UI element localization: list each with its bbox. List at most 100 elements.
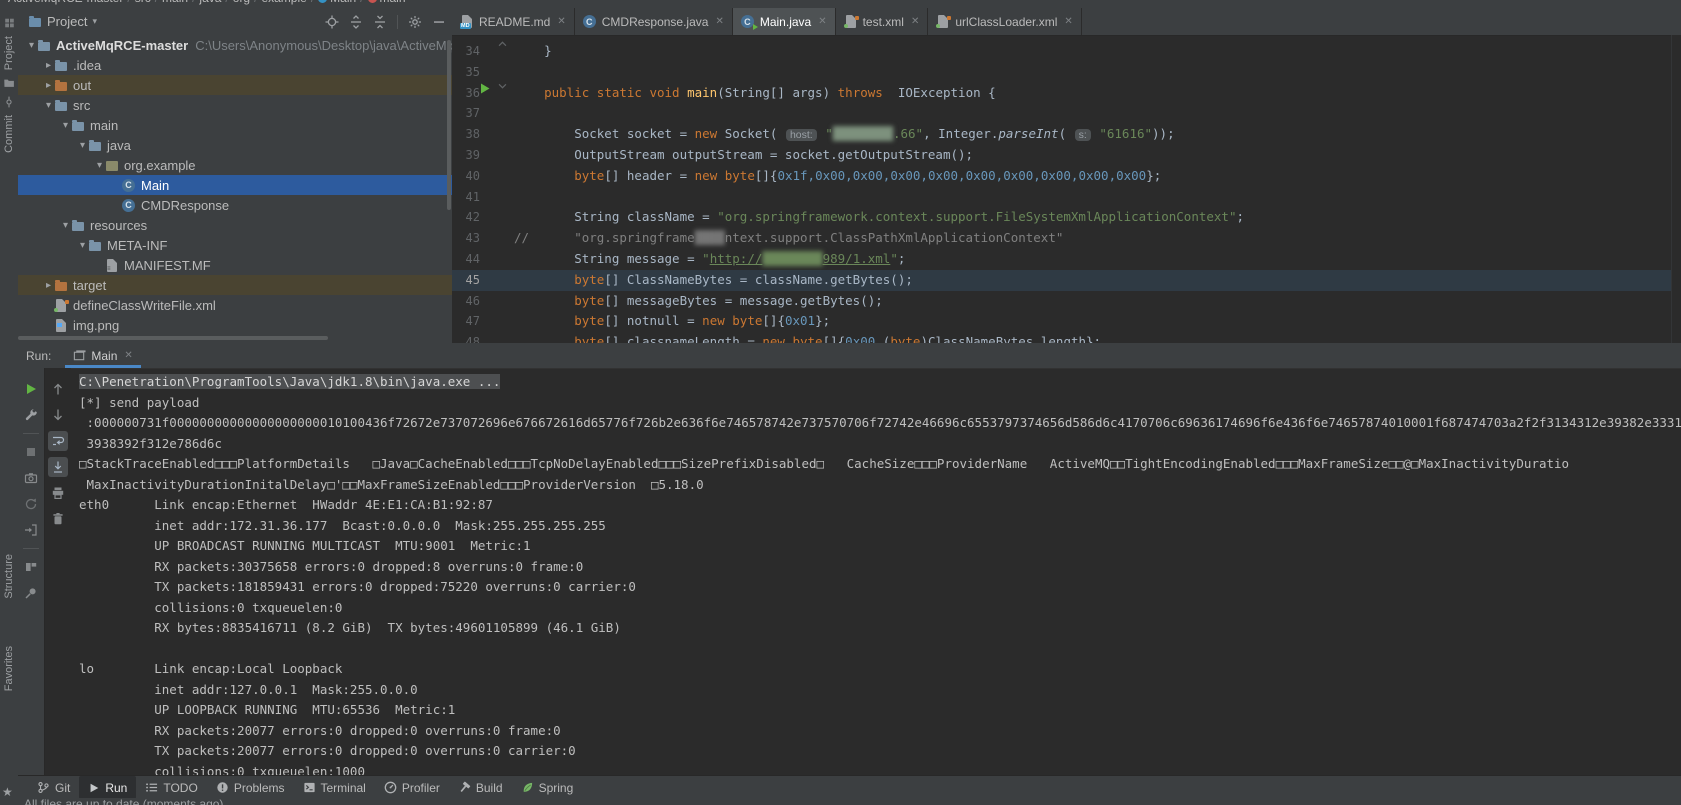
expanded-arrow-icon[interactable]: ▾ (94, 160, 105, 171)
close-icon[interactable]: ✕ (124, 350, 132, 361)
statusbar-item-run[interactable]: Run (79, 776, 136, 799)
run-tab-label: Main (91, 349, 117, 363)
camera-button[interactable] (21, 468, 41, 488)
tree-horizontal-scrollbar[interactable] (18, 336, 328, 340)
stripe-item-favorites[interactable]: Favorites (3, 646, 15, 691)
collapsed-arrow-icon[interactable]: ▸ (43, 280, 54, 291)
minimize-icon[interactable] (432, 15, 446, 29)
breadcrumb-item[interactable]: main (380, 0, 406, 5)
expanded-arrow-icon[interactable]: ▾ (77, 240, 88, 251)
statusbar-item-problems[interactable]: Problems (207, 776, 294, 799)
statusbar-item-spring[interactable]: Spring (512, 776, 583, 799)
stripe-item-commit[interactable]: Commit (3, 115, 15, 153)
statusbar-item-profiler[interactable]: Profiler (375, 776, 449, 799)
rerun-button[interactable] (21, 379, 41, 399)
gutter-spacer (480, 124, 498, 145)
tree-vertical-scrollbar[interactable] (447, 40, 451, 210)
run-console-output[interactable]: C:\Penetration\ProgramTools\Java\jdk1.8\… (71, 368, 1681, 775)
statusbar-item-terminal[interactable]: Terminal (294, 776, 375, 799)
gear-icon[interactable] (408, 15, 422, 29)
tree-item-main[interactable]: ▾main (18, 115, 452, 135)
statusbar-item-git[interactable]: Git (28, 776, 79, 799)
pin-button[interactable] (21, 583, 41, 603)
close-icon[interactable]: ✕ (1064, 16, 1072, 27)
code-line-44: 44 String message = "http://████████989/… (452, 249, 1672, 270)
tree-item--idea[interactable]: ▸.idea (18, 55, 452, 75)
printer-button[interactable] (48, 483, 68, 503)
close-icon[interactable]: ✕ (818, 16, 826, 27)
tab-test-xml[interactable]: test.xml✕ (836, 8, 929, 35)
tab-urlclassloader-xml[interactable]: urlClassLoader.xml✕ (928, 8, 1081, 35)
stripe-item-project[interactable]: Project (3, 36, 15, 70)
softwrap-button[interactable] (48, 431, 68, 451)
expanded-arrow-icon[interactable]: ▾ (60, 220, 71, 231)
breadcrumb-item[interactable]: java (199, 0, 221, 5)
wrench-button[interactable] (21, 405, 41, 425)
breadcrumb-item[interactable]: Main (330, 0, 356, 5)
statusbar-item-build[interactable]: Build (449, 776, 512, 799)
close-icon[interactable]: ✕ (557, 16, 565, 27)
breadcrumb-item[interactable]: src (135, 0, 151, 5)
run-line-icon[interactable] (480, 83, 498, 104)
expand-all-icon[interactable] (349, 15, 363, 29)
chevron-down-icon[interactable]: ▾ (92, 16, 97, 27)
collapsed-arrow-icon[interactable]: ▸ (43, 80, 54, 91)
tree-item-resources[interactable]: ▾resources (18, 215, 452, 235)
tree-item-defineclasswritefile-xml[interactable]: defineClassWriteFile.xml (18, 295, 452, 315)
favorites-star-icon[interactable]: ★ (2, 785, 13, 799)
close-icon[interactable]: ✕ (911, 16, 919, 27)
fold-marker-icon[interactable] (498, 83, 514, 104)
breadcrumb-item[interactable]: org (233, 0, 250, 5)
run-tab-main[interactable]: Main ✕ (65, 343, 140, 368)
tab-readme-md[interactable]: MDREADME.md✕ (452, 8, 575, 35)
collapsed-arrow-icon[interactable]: ▸ (43, 60, 54, 71)
tree-item-activemqrce-master[interactable]: ▾ActiveMqRCE-masterC:\Users\Anonymous\De… (18, 35, 452, 55)
trash-button[interactable] (48, 509, 68, 529)
code-text: byte[] classnameLength = new byte[]{0x00… (514, 332, 1101, 343)
fold-spacer (498, 62, 514, 83)
editor-scrollbar[interactable] (1671, 35, 1681, 343)
redacted-text: ████████ (833, 126, 893, 141)
expanded-arrow-icon[interactable]: ▾ (60, 120, 71, 131)
expanded-arrow-icon[interactable]: ▾ (43, 100, 54, 111)
up-button[interactable] (48, 379, 68, 399)
tree-item-img-png[interactable]: img.png (18, 315, 452, 335)
down-button[interactable] (48, 405, 68, 425)
statusbar-item-todo[interactable]: TODO (136, 776, 206, 799)
project-panel-title[interactable]: Project (47, 14, 87, 29)
terminal-icon (303, 781, 316, 794)
breadcrumb-item[interactable]: ActiveMqRCE-master (8, 0, 123, 5)
console-line: RX packets:30375658 errors:0 dropped:8 o… (79, 557, 1681, 578)
collapse-all-icon[interactable] (373, 15, 387, 29)
code-editor[interactable]: 34 }3536 public static void main(String[… (452, 35, 1672, 343)
tree-item-meta-inf[interactable]: ▾META-INF (18, 235, 452, 255)
locate-icon[interactable] (325, 15, 339, 29)
stripe-folder-icon[interactable] (3, 77, 16, 89)
expanded-arrow-icon[interactable]: ▾ (26, 40, 37, 51)
layout-button[interactable] (21, 557, 41, 577)
tree-item-target[interactable]: ▸target (18, 275, 452, 295)
scrollend-button[interactable] (48, 457, 68, 477)
tab-cmdresponse-java[interactable]: CCMDResponse.java✕ (575, 8, 733, 35)
stripe-windows-icon[interactable] (3, 17, 16, 29)
breadcrumb-item[interactable]: example (261, 0, 306, 5)
code-token: )ClassNameBytes.length}; (920, 334, 1101, 343)
tree-item-manifest-mf[interactable]: ≡MANIFEST.MF (18, 255, 452, 275)
breadcrumb-item[interactable]: main (162, 0, 188, 5)
stripe-item-structure[interactable]: Structure (3, 554, 15, 599)
tree-item-org-example[interactable]: ▾org.example (18, 155, 452, 175)
close-icon[interactable]: ✕ (715, 16, 723, 27)
tree-item-src[interactable]: ▾src (18, 95, 452, 115)
tree-item-main[interactable]: CMain (18, 175, 452, 195)
tree-item-java[interactable]: ▾java (18, 135, 452, 155)
expanded-arrow-icon[interactable]: ▾ (77, 140, 88, 151)
gutter-spacer (480, 332, 498, 343)
stripe-commit-icon[interactable] (3, 96, 16, 108)
exit-button[interactable] (21, 520, 41, 540)
tab-main-java[interactable]: CMain.java✕ (733, 8, 836, 35)
stop-button[interactable] (21, 442, 41, 462)
fold-marker-icon[interactable] (498, 41, 514, 62)
tree-item-out[interactable]: ▸out (18, 75, 452, 95)
restart-button[interactable] (21, 494, 41, 514)
tree-item-cmdresponse[interactable]: CCMDResponse (18, 195, 452, 215)
